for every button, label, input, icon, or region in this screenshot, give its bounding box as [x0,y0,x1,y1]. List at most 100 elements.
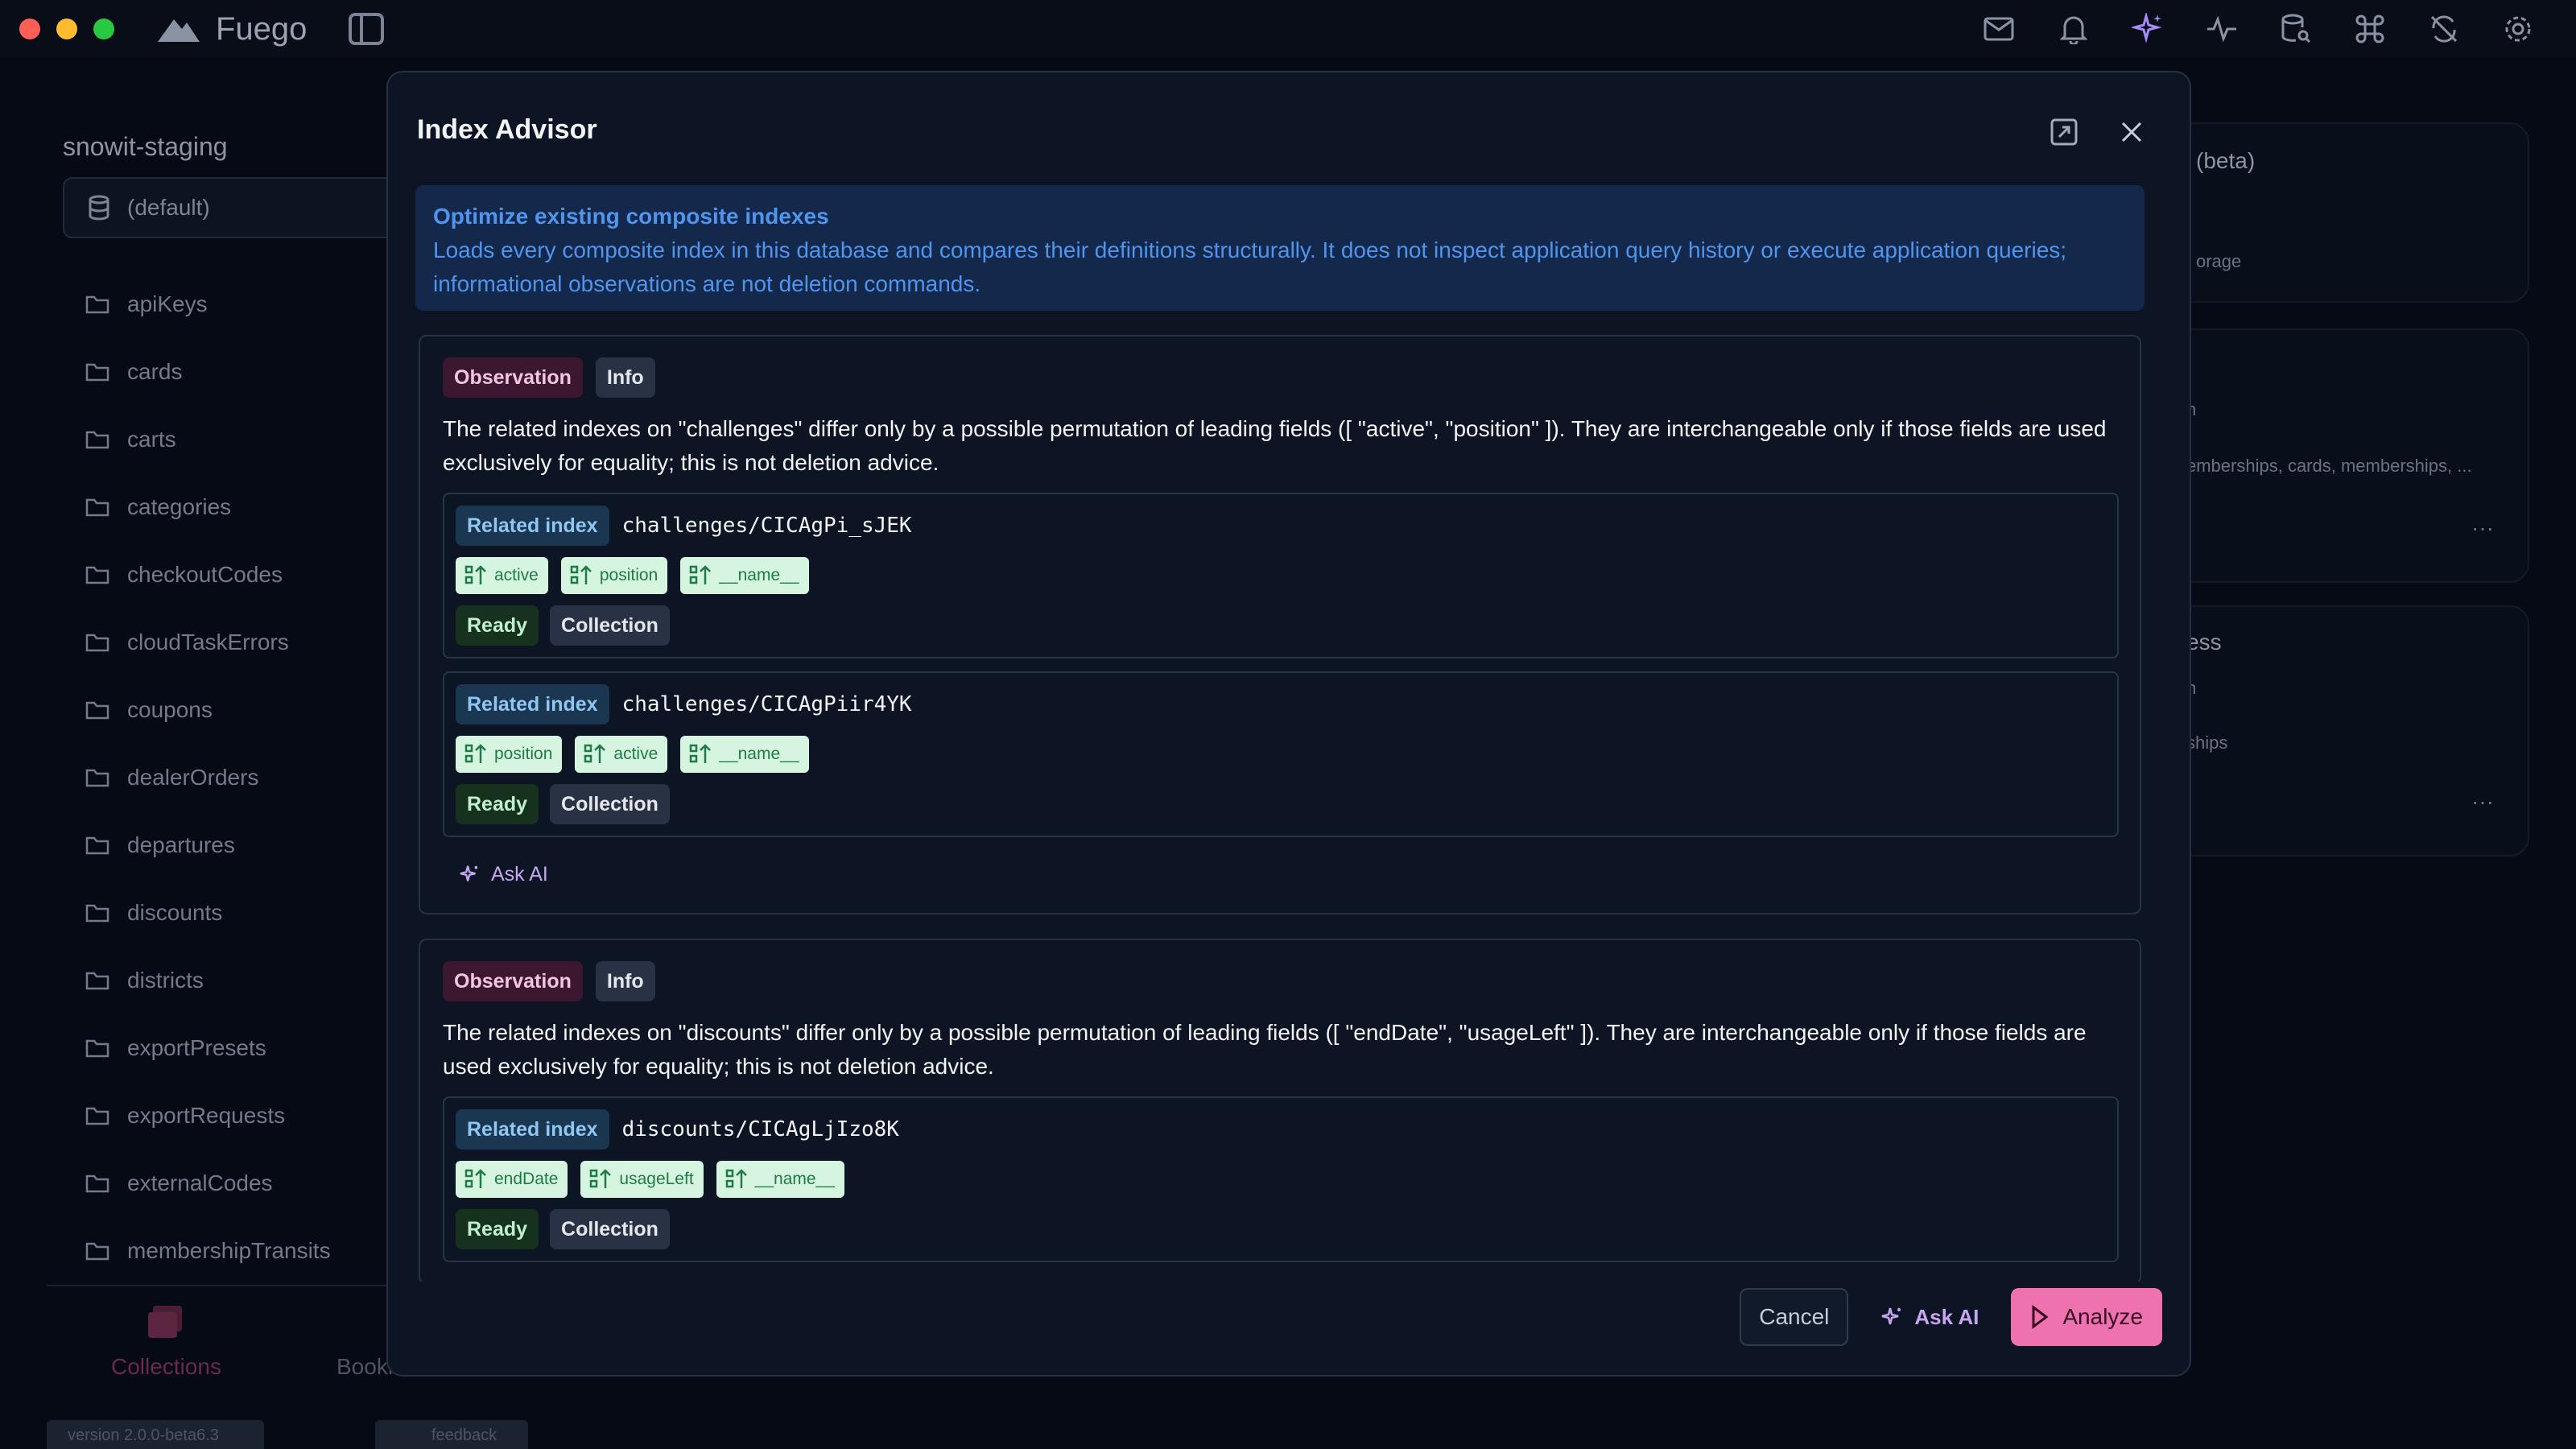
observation-card: Observation Info The related indexes on "d… [419,939,2141,1282]
ask-ai-link[interactable]: Ask AI [459,857,2117,892]
collection-item[interactable]: externalCodes [85,1150,331,1217]
collection-item[interactable]: districts [85,947,331,1014]
maximize-window-button[interactable] [93,19,114,39]
collection-item-label: departures [127,832,235,857]
sparkles-icon[interactable] [2130,11,2165,47]
tab-collections[interactable]: Collections [111,1302,221,1380]
folder-icon [85,363,109,382]
observation-text: The related indexes on "challenges" diff… [443,416,2107,475]
folder-icon [85,295,109,314]
related-index-badge: Related index [456,1109,609,1150]
collection-item[interactable]: cloudTaskErrors [85,609,331,676]
collection-item[interactable]: departures [85,811,331,879]
folder-icon [85,1107,109,1125]
collection-item-label: cloudTaskErrors [127,630,289,654]
index-field-label: position [494,745,553,763]
observation-badges: Observation Info [443,961,2117,1001]
database-icon [89,195,109,221]
observation-text: The related indexes on "discounts" diffe… [443,1020,2087,1079]
folder-icon [85,566,109,584]
collection-item-label: discounts [127,900,223,925]
observation-list: Observation Info The related indexes on "c… [415,335,2148,1282]
collection-item-label: categories [127,494,232,519]
collection-item[interactable]: categories [85,473,331,541]
folder-icon [85,431,109,449]
settings-gear-icon[interactable] [2500,11,2536,47]
index-field-label: usageLeft [619,1170,694,1188]
modal-body[interactable]: Optimize existing composite indexes Load… [415,185,2148,1282]
index-field-chip: __name__ [680,557,809,594]
sort-ascending-icon [590,1169,612,1188]
ask-ai-button[interactable]: Ask AI [1871,1288,1988,1346]
mail-icon[interactable] [1982,11,2017,47]
index-field-label: __name__ [754,1170,835,1188]
observation-badges: Observation Info [443,357,2117,398]
sort-ascending-icon [690,744,712,763]
minimize-window-button[interactable] [56,19,77,39]
analyze-button[interactable]: Analyze [2011,1288,2162,1346]
folder-icon [85,769,109,787]
info-banner: Optimize existing composite indexes Load… [415,185,2145,311]
collection-item[interactable]: discounts [85,879,331,947]
collection-item-label: carts [127,427,176,452]
collection-list: apiKeys cards carts categories checkoutCodes… [85,270,331,1285]
index-fields: endDate usageLeft __name__ [456,1161,2106,1198]
collection-item-label: membershipTransits [127,1238,331,1263]
ready-badge: Ready [456,605,539,646]
expand-icon[interactable] [2048,116,2080,148]
collection-item[interactable]: exportPresets [85,1014,331,1082]
collection-item-label: exportRequests [127,1103,286,1128]
feedback-button[interactable]: feedback [375,1420,528,1449]
index-fields: position active __name__ [456,736,2106,773]
scope-badge: Collection [550,784,670,824]
modal-title: Index Advisor [417,114,597,145]
collection-item[interactable]: dealerOrders [85,744,331,811]
sort-ascending-icon [690,565,712,584]
fuego-logo-icon [158,19,200,42]
command-icon[interactable] [2352,11,2388,47]
scope-badge: Collection [550,605,670,646]
folder-icon [85,972,109,990]
folder-icon [85,904,109,923]
collection-item-label: districts [127,968,204,993]
related-index-badge: Related index [456,684,609,724]
cancel-button[interactable]: Cancel [1740,1288,1849,1346]
sync-off-icon[interactable] [2426,11,2462,47]
related-index-card: Related index challenges/CICAgPiir4YK posi… [443,671,2119,837]
banner-title: Optimize existing composite indexes [433,204,829,229]
sort-ascending-icon [584,744,606,763]
collection-item-label: dealerOrders [127,765,259,790]
folder-icon [85,634,109,652]
collection-item[interactable]: exportRequests [85,1082,331,1150]
scrollbar[interactable] [2174,193,2182,1288]
close-window-button[interactable] [19,19,40,39]
index-field-chip: endDate [456,1161,568,1198]
sidebar-toggle-icon[interactable] [349,13,385,45]
collection-item[interactable]: checkoutCodes [85,541,331,609]
sort-ascending-icon [570,565,592,584]
bell-icon[interactable] [2056,11,2091,47]
feedback-label: feedback [431,1426,497,1444]
severity-badge: Info [595,961,655,1001]
collection-item[interactable]: carts [85,406,331,473]
sort-ascending-icon [464,565,486,584]
analyze-label: Analyze [2062,1304,2143,1329]
collections-icon [148,1306,183,1338]
collection-item[interactable]: membershipTransits [85,1217,331,1285]
sort-ascending-icon [725,1169,747,1188]
observation-badge: Observation [443,357,583,398]
index-fields: active position __name__ [456,557,2106,594]
index-status: Ready Collection [456,605,2106,646]
index-status: Ready Collection [456,784,2106,824]
database-search-icon[interactable] [2278,11,2314,47]
index-path: challenges/CICAgPi_sJEK [621,514,912,538]
collection-item[interactable]: coupons [85,676,331,744]
activity-icon[interactable] [2204,11,2240,47]
sparkles-icon [460,865,478,881]
background-text: ess [2186,630,2222,654]
close-icon[interactable] [2116,116,2148,148]
collection-item[interactable]: cards [85,338,331,406]
observation-badge: Observation [443,961,583,1001]
folder-icon [85,1174,109,1193]
collection-item[interactable]: apiKeys [85,270,331,338]
